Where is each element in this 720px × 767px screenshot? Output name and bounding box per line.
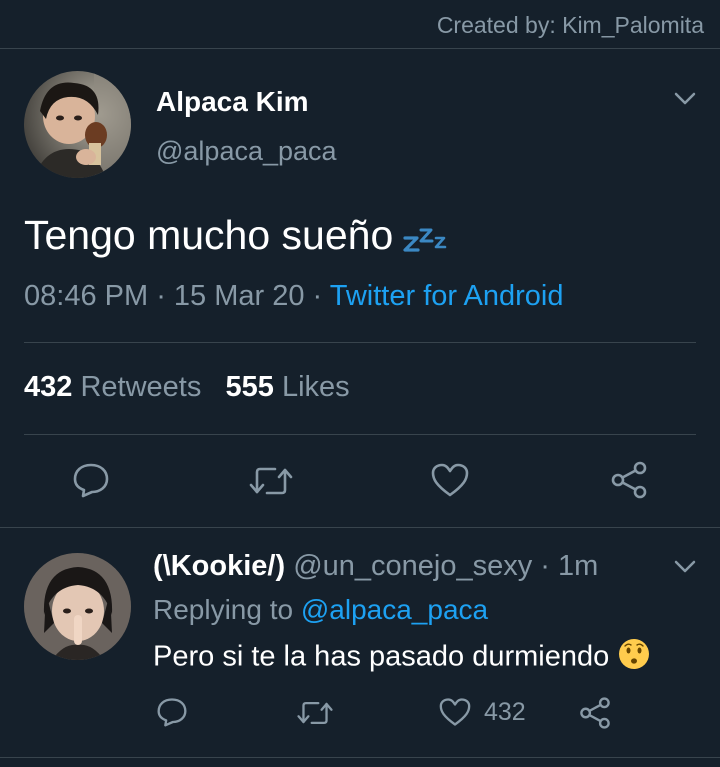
author-name[interactable]: Alpaca Kim <box>156 86 309 118</box>
reply-text-content: Pero si te la has pasado durmiendo <box>153 640 610 673</box>
chevron-down-icon[interactable] <box>674 560 696 574</box>
reply-like-button[interactable]: 432 <box>438 697 526 727</box>
author-handle[interactable]: @alpaca_paca <box>156 136 337 167</box>
chevron-down-icon[interactable] <box>674 92 696 106</box>
reply-like-count: 432 <box>484 697 526 726</box>
reply-retweet-button[interactable] <box>296 699 334 727</box>
retweet-icon <box>249 467 293 495</box>
speech-bubble-icon <box>157 698 187 727</box>
divider <box>0 48 720 49</box>
divider <box>24 342 696 343</box>
speech-bubble-icon <box>73 463 109 498</box>
replying-prefix: Replying to <box>153 594 294 625</box>
divider <box>24 434 696 435</box>
share-icon <box>611 461 647 499</box>
surprised-face-emoji-icon <box>617 637 651 679</box>
reply-text: Pero si te la has pasado durmiendo <box>153 637 651 679</box>
heart-icon <box>431 463 469 497</box>
zzz-emoji-icon <box>403 215 451 262</box>
like-button[interactable] <box>430 462 470 498</box>
tweet-text: Tengo mucho sueño <box>24 212 451 262</box>
reply-reply-button[interactable] <box>156 697 188 727</box>
tweet-date: 15 Mar 20 <box>173 280 305 312</box>
retweet-icon <box>297 701 333 725</box>
separator: · <box>148 280 174 312</box>
heart-icon <box>439 698 471 726</box>
author-avatar[interactable] <box>24 71 131 178</box>
client-link[interactable]: Twitter for Android <box>330 280 564 312</box>
reply-age: 1m <box>558 550 599 582</box>
reply-author-name[interactable]: (\Kookie/) <box>153 550 285 582</box>
credit-text: Created by: Kim_Palomita <box>436 12 704 38</box>
reply-header: (\Kookie/) @un_conejo_sexy · 1m <box>153 550 598 583</box>
share-icon <box>580 697 610 729</box>
reply-share-button[interactable] <box>578 696 612 730</box>
reply-avatar[interactable] <box>24 553 131 660</box>
reply-button[interactable] <box>72 462 110 498</box>
divider <box>0 757 720 758</box>
replying-to-link[interactable]: @alpaca_paca <box>301 594 488 625</box>
like-count[interactable]: 555 <box>226 371 274 403</box>
share-button[interactable] <box>609 460 649 500</box>
tweet-time: 08:46 PM <box>24 280 149 312</box>
tweet-stats: 432 Retweets 555 Likes <box>24 371 350 404</box>
retweet-count[interactable]: 432 <box>24 371 72 403</box>
separator: · <box>304 280 330 312</box>
reply-author-handle[interactable]: @un_conejo_sexy <box>293 550 532 582</box>
divider <box>0 527 720 528</box>
tweet-text-content: Tengo mucho sueño <box>24 212 394 258</box>
tweet-meta: 08:46 PM · 15 Mar 20 · Twitter for Andro… <box>24 280 563 313</box>
separator: · <box>532 550 559 582</box>
replying-to: Replying to @alpaca_paca <box>153 594 488 626</box>
retweet-button[interactable] <box>248 464 294 498</box>
likes-label[interactable]: Likes <box>282 371 350 403</box>
retweets-label[interactable]: Retweets <box>80 371 201 403</box>
